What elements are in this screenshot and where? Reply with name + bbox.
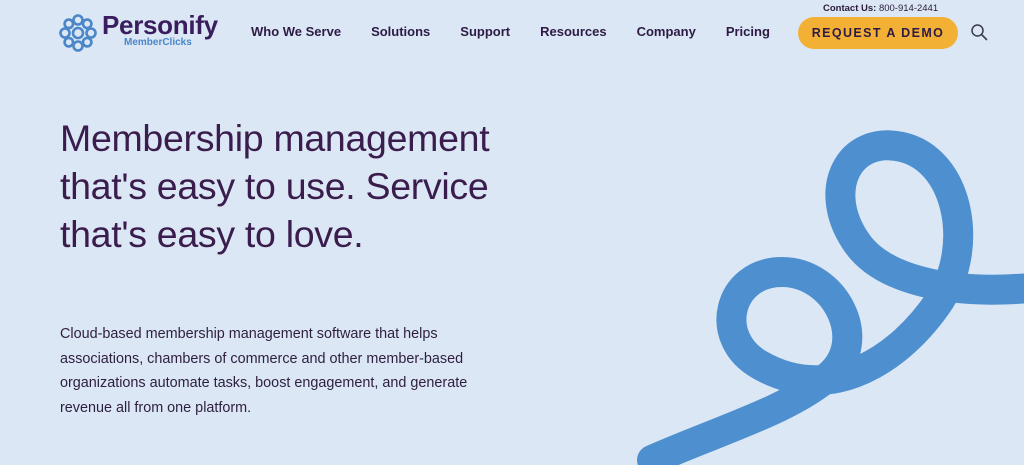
main-nav: Who We Serve Solutions Support Resources… xyxy=(251,24,800,39)
hero-title: Membership management that's easy to use… xyxy=(60,117,490,255)
nav-company[interactable]: Company xyxy=(637,24,696,39)
contact-info: Contact Us: 800-914-2441 xyxy=(823,3,938,14)
contact-phone[interactable]: 800-914-2441 xyxy=(879,3,938,14)
sunburst-logo-icon xyxy=(59,14,97,52)
nav-who-we-serve[interactable]: Who We Serve xyxy=(251,24,341,39)
nav-resources[interactable]: Resources xyxy=(540,24,606,39)
hero-description: Cloud-based membership management softwa… xyxy=(60,326,468,416)
nav-support[interactable]: Support xyxy=(460,24,510,39)
logo-brand: Personify xyxy=(102,10,218,40)
logo-subtitle: MemberClicks xyxy=(123,37,192,48)
search-icon[interactable] xyxy=(970,23,988,41)
nav-pricing[interactable]: Pricing xyxy=(726,24,770,39)
contact-label: Contact Us: xyxy=(823,3,877,14)
logo[interactable]: Personify MemberClicks xyxy=(58,12,218,53)
nav-solutions[interactable]: Solutions xyxy=(371,24,430,39)
request-demo-button[interactable]: REQUEST A DEMO xyxy=(798,17,958,49)
